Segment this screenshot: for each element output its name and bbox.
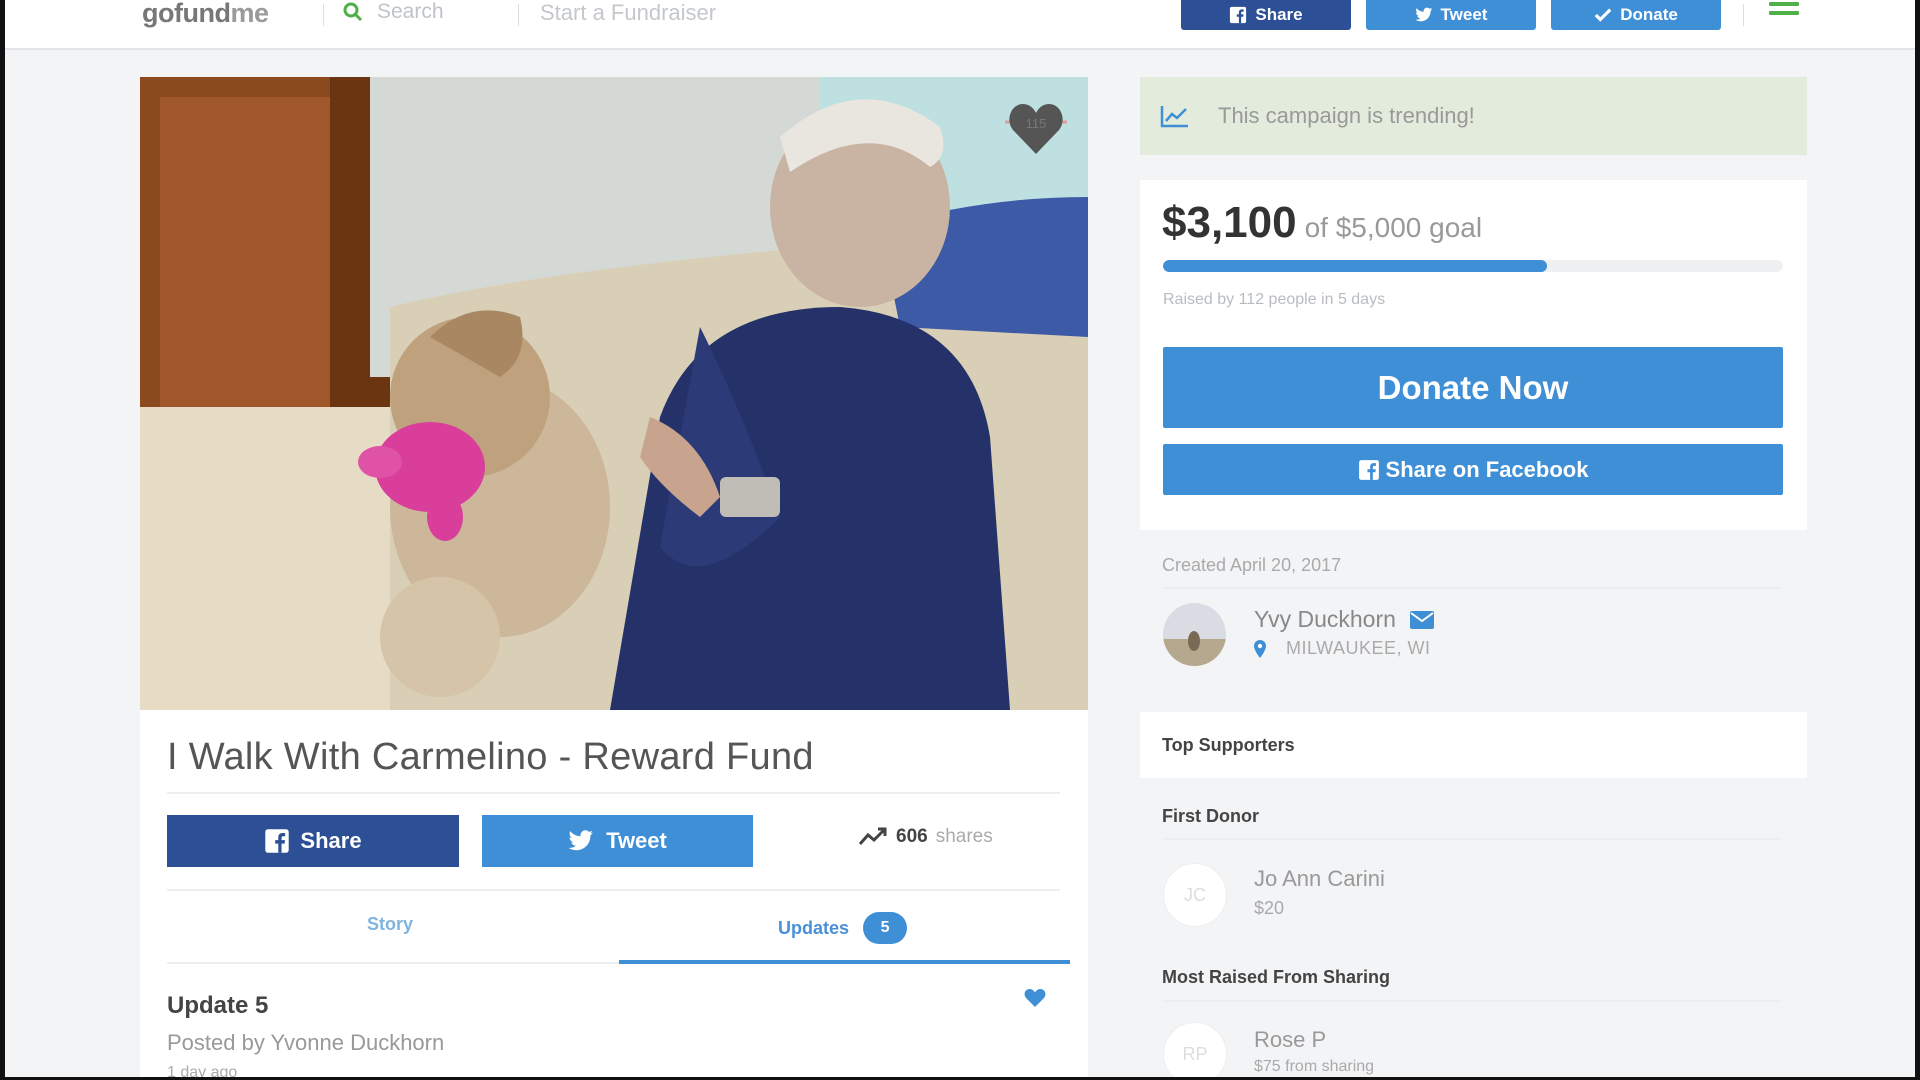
location-text: MILWAUKEE, WI (1286, 638, 1431, 658)
menu-icon[interactable] (1769, 2, 1799, 20)
search-link[interactable]: Search (343, 0, 444, 24)
update-time: 1 day ago (167, 1064, 238, 1077)
update-heart-icon[interactable] (1024, 988, 1046, 1008)
trending-chart-icon (1160, 106, 1188, 128)
divider (167, 792, 1060, 794)
divider (167, 889, 1060, 891)
facebook-icon (1230, 6, 1247, 24)
shares-label: shares (935, 826, 993, 847)
facebook-icon (1358, 459, 1379, 480)
heart-count: 115 (1025, 116, 1047, 131)
search-icon (343, 2, 363, 22)
created-date: Created April 20, 2017 (1162, 555, 1342, 575)
twitter-icon (1414, 7, 1432, 22)
sharer-name: Rose P (1254, 1027, 1327, 1052)
nav-donate-label: Donate (1620, 5, 1678, 24)
most-raised-heading: Most Raised From Sharing (1162, 967, 1391, 987)
donate-now-button[interactable]: Donate Now (1163, 347, 1783, 428)
share-on-facebook-button[interactable]: Share on Facebook (1163, 444, 1783, 495)
nav-share-button[interactable]: Share (1181, 0, 1351, 30)
nav-divider (1743, 4, 1744, 26)
search-label: Search (377, 0, 444, 23)
gofundme-logo[interactable]: gofundme (142, 0, 269, 29)
divider (1162, 838, 1782, 840)
campaign-photo (140, 77, 1088, 710)
tweet-button[interactable]: Tweet (482, 815, 753, 867)
raised-amount: $3,100 of $5,000 goal (1162, 198, 1482, 248)
envelope-icon[interactable] (1409, 610, 1434, 629)
update-author: Posted by Yvonne Duckhorn (167, 1030, 445, 1055)
updates-count-badge: 5 (863, 912, 908, 944)
top-nav: gofundme Search Start a Fundraiser Share… (5, 0, 1915, 50)
trending-icon (858, 827, 887, 845)
trending-banner: This campaign is trending! (1140, 77, 1807, 155)
twitter-icon (568, 830, 594, 851)
trending-text: This campaign is trending! (1218, 103, 1475, 128)
progress-fill (1163, 260, 1548, 272)
checkmark-icon (1594, 8, 1612, 22)
active-tab-indicator (619, 960, 1070, 964)
share-button[interactable]: Share (167, 815, 459, 867)
start-fundraiser-link[interactable]: Start a Fundraiser (540, 0, 716, 26)
nav-divider (518, 4, 519, 26)
nav-donate-button[interactable]: Donate (1551, 0, 1721, 30)
nav-share-label: Share (1255, 5, 1303, 24)
campaign-title: I Walk With Carmelino - Reward Fund (167, 736, 814, 778)
organizer-avatar-image (1163, 603, 1226, 666)
nav-tweet-label: Tweet (1440, 5, 1488, 24)
tab-updates-label: Updates (778, 917, 850, 938)
browser-viewport: gofundme Search Start a Fundraiser Share… (5, 0, 1915, 1077)
sharer-avatar: RP (1163, 1022, 1227, 1077)
organizer-name: Yvy Duckhorn (1254, 606, 1396, 632)
organizer[interactable]: Yvy Duckhorn (1254, 606, 1434, 633)
facebook-icon (265, 829, 290, 853)
first-donor-heading: First Donor (1162, 806, 1259, 826)
map-pin-icon (1254, 639, 1266, 658)
sharer-amount: $75 from sharing (1254, 1058, 1375, 1075)
raised-value: $3,100 (1162, 198, 1297, 247)
raised-by-text: Raised by 112 people in 5 days (1163, 291, 1386, 308)
tab-updates[interactable]: Updates 5 (778, 912, 908, 944)
update-title: Update 5 (167, 992, 269, 1019)
nav-divider (323, 4, 324, 26)
share-facebook-label: Share on Facebook (1385, 456, 1589, 482)
progress-bar (1163, 260, 1783, 272)
first-donor-name: Jo Ann Carini (1254, 866, 1385, 891)
divider (1162, 587, 1782, 589)
divider (1162, 1000, 1782, 1002)
shares-count: 606 shares (858, 826, 993, 848)
goal-value: of $5,000 goal (1304, 212, 1483, 243)
tab-story[interactable]: Story (367, 914, 413, 935)
organizer-location: MILWAUKEE, WI (1254, 638, 1431, 659)
campaign-photo-image (140, 77, 1088, 710)
shares-number: 606 (896, 826, 928, 847)
first-donor-amount: $20 (1254, 898, 1285, 918)
organizer-avatar[interactable] (1163, 603, 1226, 666)
top-supporters-title: Top Supporters (1162, 735, 1295, 755)
share-label: Share (300, 828, 362, 853)
tweet-label: Tweet (606, 828, 667, 853)
nav-tweet-button[interactable]: Tweet (1366, 0, 1536, 30)
first-donor-avatar: JC (1163, 863, 1227, 927)
